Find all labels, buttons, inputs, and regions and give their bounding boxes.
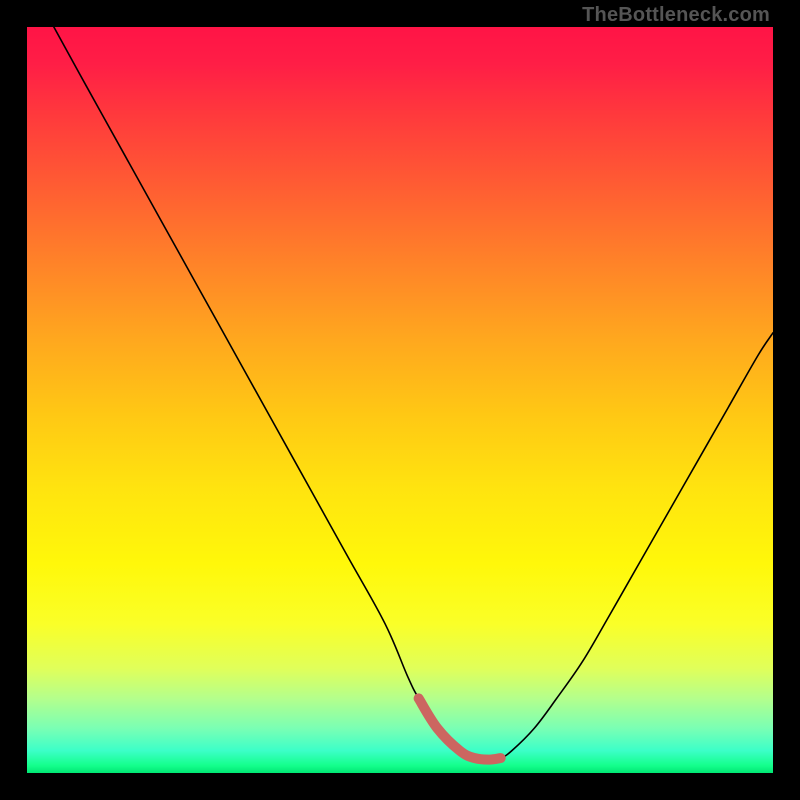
- watermark-text: TheBottleneck.com: [582, 4, 770, 27]
- chart-container: TheBottleneck.com: [0, 0, 800, 800]
- bottleneck-curve: [54, 27, 773, 760]
- plot-area: [27, 27, 773, 773]
- curve-overlay: [27, 27, 773, 773]
- highlight-trough: [419, 698, 501, 759]
